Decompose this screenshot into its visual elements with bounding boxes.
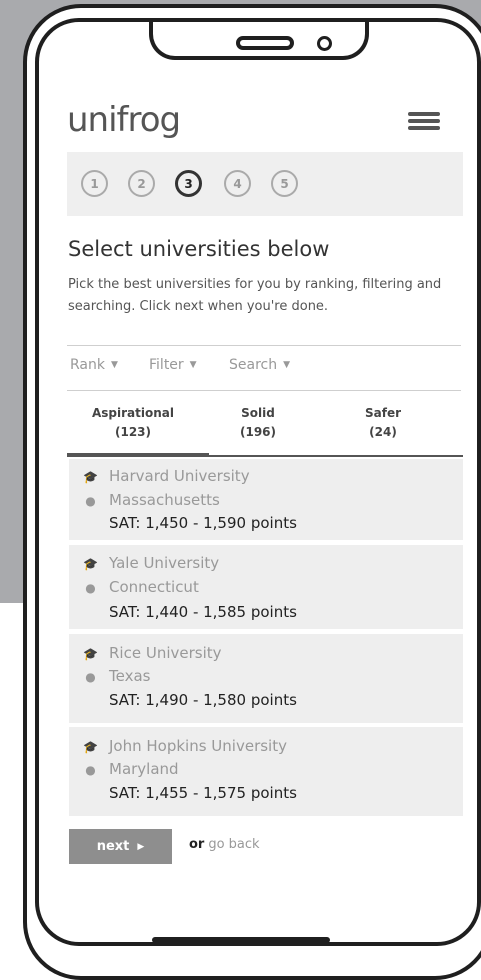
- camera-icon: [317, 36, 332, 51]
- tab-label: Aspirational: [92, 406, 174, 420]
- filter-dropdown[interactable]: Filter ▼: [149, 357, 197, 373]
- rank-label: Rank: [70, 357, 105, 373]
- caret-down-icon: ▼: [110, 360, 118, 370]
- caret-down-icon: ▼: [189, 360, 197, 370]
- globe-icon: ●: [85, 581, 96, 595]
- search-dropdown[interactable]: Search ▼: [229, 357, 290, 373]
- university-sat: SAT: 1,440 - 1,585 points: [109, 603, 297, 621]
- university-name: John Hopkins University: [109, 737, 287, 755]
- tab-solid[interactable]: Solid (196): [192, 404, 324, 455]
- university-card[interactable]: 🎓 Harvard University ● Massachusetts SAT: …: [69, 459, 463, 540]
- tab-count: (24): [369, 425, 397, 439]
- page-title: Select universities below: [68, 237, 330, 261]
- go-back-link[interactable]: go back: [208, 837, 259, 852]
- home-indicator: [152, 937, 330, 943]
- university-state: Massachusetts: [109, 491, 220, 509]
- globe-icon: ●: [85, 763, 96, 777]
- step-1[interactable]: 1: [81, 170, 108, 197]
- university-name: Harvard University: [109, 467, 250, 485]
- hamburger-menu-icon[interactable]: [408, 112, 440, 130]
- university-card[interactable]: 🎓 Rice University ● Texas SAT: 1,490 - 1,5…: [69, 634, 463, 723]
- university-sat: SAT: 1,450 - 1,590 points: [109, 514, 297, 532]
- graduation-cap-icon: 🎓: [83, 647, 98, 661]
- tab-label: Safer: [364, 406, 402, 420]
- filter-label: Filter: [149, 357, 184, 373]
- tab-aspirational[interactable]: Aspirational (123): [67, 404, 209, 457]
- category-tabs: Aspirational (123) Solid (196) Safer (24…: [67, 404, 463, 457]
- step-5[interactable]: 5: [271, 170, 298, 197]
- tab-count: (196): [239, 425, 277, 439]
- next-label: next: [96, 839, 130, 854]
- tab-count: (123): [114, 425, 152, 439]
- university-state: Texas: [109, 667, 151, 685]
- tab-label: Solid: [241, 406, 275, 420]
- search-label: Search: [229, 357, 278, 373]
- globe-icon: ●: [85, 670, 96, 684]
- graduation-cap-icon: 🎓: [83, 470, 98, 484]
- university-name: Rice University: [109, 644, 222, 662]
- university-card[interactable]: 🎓 Yale University ● Connecticut SAT: 1,440…: [69, 545, 463, 629]
- caret-down-icon: ▼: [283, 360, 291, 370]
- step-2[interactable]: 2: [128, 170, 155, 197]
- speaker-icon: [236, 36, 294, 50]
- university-name: Yale University: [109, 554, 220, 572]
- university-sat: SAT: 1,455 - 1,575 points: [109, 784, 297, 802]
- graduation-cap-icon: 🎓: [83, 557, 98, 571]
- app-logo: unifrog: [67, 100, 181, 140]
- chevron-right-icon: ▶: [137, 841, 145, 852]
- tab-safer[interactable]: Safer (24): [317, 404, 449, 455]
- back-line: or go back: [189, 837, 260, 852]
- university-state: Maryland: [109, 760, 179, 778]
- university-state: Connecticut: [109, 578, 199, 596]
- or-label: or: [189, 837, 205, 852]
- step-3-active[interactable]: 3: [175, 170, 202, 197]
- university-card[interactable]: 🎓 John Hopkins University ● Maryland SAT: …: [69, 727, 463, 816]
- globe-icon: ●: [85, 494, 96, 508]
- graduation-cap-icon: 🎓: [83, 740, 98, 754]
- list-controls: Rank ▼ Filter ▼ Search ▼: [67, 345, 461, 391]
- step-progress: 1 2 3 4 5: [67, 152, 463, 216]
- step-4[interactable]: 4: [224, 170, 251, 197]
- next-button[interactable]: next ▶: [69, 829, 172, 864]
- university-sat: SAT: 1,490 - 1,580 points: [109, 691, 297, 709]
- rank-dropdown[interactable]: Rank ▼: [70, 357, 118, 373]
- page-intro: Pick the best universities for you by ra…: [68, 277, 442, 314]
